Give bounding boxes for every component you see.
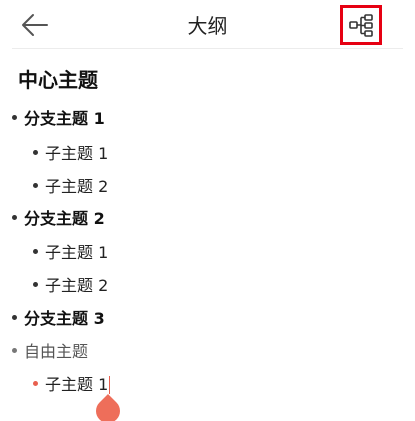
bullet-dot	[12, 348, 17, 353]
bullet-dot	[33, 249, 38, 254]
text-selection-handle[interactable]	[91, 394, 125, 421]
outline-node-branch-3[interactable]: 分支主题 3	[12, 309, 105, 329]
outline-node-subtopic[interactable]: 子主题 1	[33, 144, 108, 164]
outline-node-branch-2[interactable]: 分支主题 2	[12, 209, 105, 229]
node-label: 子主题 2	[45, 276, 109, 295]
outline-screen: 大纲 中心主题 分支主题 1 子主题 1 子主题 2 分支主题 2 子主题 1 …	[0, 0, 415, 421]
bullet-dot	[12, 315, 17, 320]
node-label: 子主题 1	[45, 144, 109, 163]
outline-node-subtopic[interactable]: 子主题 2	[33, 177, 108, 197]
outline-node-branch-1[interactable]: 分支主题 1	[12, 109, 105, 129]
text-cursor	[109, 375, 111, 394]
node-label: 子主题 1	[45, 243, 109, 262]
bullet-dot	[33, 183, 38, 188]
node-label[interactable]: 子主题 1	[45, 375, 108, 394]
central-topic[interactable]: 中心主题	[18, 65, 98, 95]
bullet-dot	[33, 282, 38, 287]
node-label: 分支主题 3	[24, 309, 105, 328]
node-label: 自由主题	[24, 342, 89, 361]
node-label: 分支主题 2	[24, 209, 105, 228]
node-label: 分支主题 1	[24, 109, 105, 128]
outline-node-free-topic[interactable]: 自由主题	[12, 342, 88, 362]
node-label: 子主题 2	[45, 177, 109, 196]
header-divider	[12, 48, 403, 49]
bullet-dot	[33, 150, 38, 155]
outline-node-subtopic[interactable]: 子主题 1	[33, 243, 108, 263]
bullet-dot	[12, 115, 17, 120]
bullet-dot	[33, 381, 38, 386]
outline-node-subtopic[interactable]: 子主题 2	[33, 276, 108, 296]
mindmap-view-button[interactable]	[340, 5, 382, 45]
bullet-dot	[12, 215, 17, 220]
mindmap-structure-icon	[349, 14, 373, 37]
outline-node-editing[interactable]: 子主题 1	[33, 375, 111, 395]
top-bar: 大纲	[0, 0, 415, 48]
